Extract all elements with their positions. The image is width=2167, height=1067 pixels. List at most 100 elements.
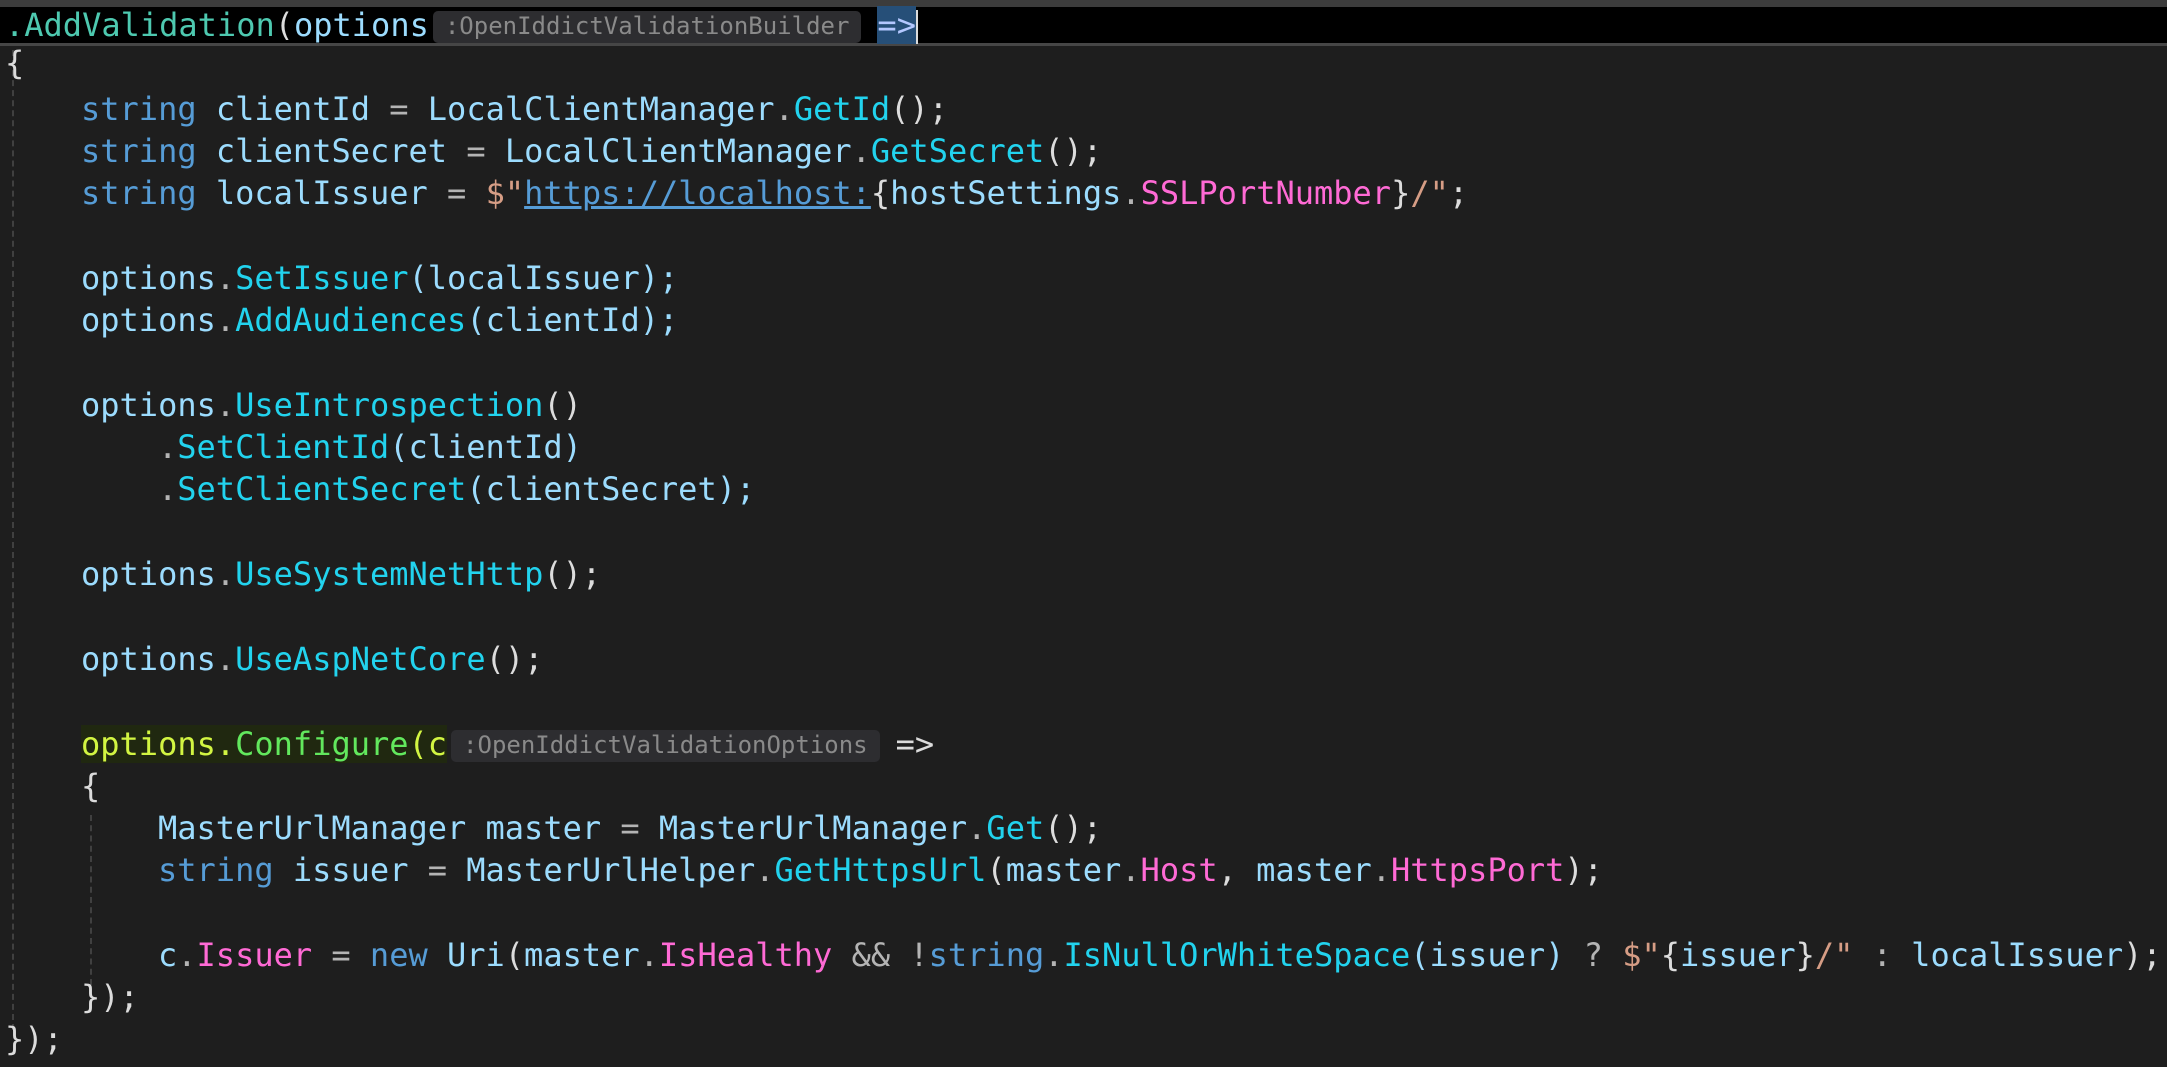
token-dot: . [5,6,25,44]
token-prop-host: Host [1140,851,1218,889]
token-end: (); [1044,809,1103,847]
indent-guide-inner [90,815,92,985]
token-assign: = [312,936,370,974]
token-assign: = [447,132,505,170]
token-var-localissuer: localIssuer [196,174,428,212]
code-line-25[interactable]: }); [5,1019,63,1059]
token-var-issuer: issuer [273,851,409,889]
token-not: ! [909,936,929,974]
token-and: && [832,936,910,974]
token-obj-master: master [1256,851,1372,889]
token-dot: . [1044,936,1064,974]
code-line-12[interactable]: .SetClientSecret(clientSecret); [158,469,755,509]
token-assign: = [408,851,467,889]
token-obj-options: options [81,301,216,339]
token-brace-close: } [1391,174,1411,212]
token-dot: . [215,301,236,339]
code-line-14[interactable]: options.UseSystemNetHttp(); [81,554,601,594]
token-args: () [543,386,582,424]
token-brace-open: { [870,174,891,212]
token-method-setissuer: SetIssuer [235,259,409,297]
token-class-masterurlhelper: MasterUrlHelper [466,851,756,889]
token-var-clientsecret: clientSecret [196,132,448,170]
token-dot: . [215,259,236,297]
token-dot: . [755,851,775,889]
code-line-18[interactable]: options.Configure(c:OpenIddictValidation… [81,724,934,764]
token-obj-hostsettings: hostSettings [890,174,1122,212]
token-dot: . [215,725,236,763]
token-args: (clientId) [389,428,582,466]
token-end: ); [2123,936,2162,974]
token-paren: ( [504,936,525,974]
token-keyword-string: string [81,174,197,212]
code-line-16[interactable]: options.UseAspNetCore(); [81,639,543,679]
code-line-19[interactable]: { [81,766,100,806]
inlay-type-hint[interactable]: :OpenIddictValidationBuilder [432,11,862,43]
token-var-localissuer: localIssuer [1911,936,2124,974]
code-line-5[interactable]: string localIssuer = $"https://localhost… [81,173,1468,213]
code-line-23[interactable]: c.Issuer = new Uri(master.IsHealthy && !… [158,935,2162,975]
token-dot: . [215,555,236,593]
token-obj-c: c [158,936,178,974]
token-dot: . [851,132,871,170]
token-keyword-string: string [928,936,1045,974]
code-line-11[interactable]: .SetClientId(clientId) [158,427,582,467]
token-keyword-string: string [81,132,197,170]
token-end: ); [1564,851,1603,889]
token-close-lambda: }); [81,978,139,1016]
token-prop-httpsport: HttpsPort [1391,851,1565,889]
token-method-setclientid: SetClientId [177,428,390,466]
code-line-20[interactable]: MasterUrlManager master = MasterUrlManag… [158,808,1102,848]
token-dot: . [158,428,178,466]
token-keyword-string: string [158,851,274,889]
code-line-8[interactable]: options.AddAudiences(clientId); [81,300,678,340]
reference-highlight: options.Configure(c [81,725,448,763]
token-semicolon: ; [1448,174,1469,212]
token-interp-start: $" [1622,936,1661,974]
token-interp-issuer: issuer [1679,936,1796,974]
token-string-end: /" [1410,174,1449,212]
token-paren: ( [408,725,428,763]
token-keyword-string: string [81,90,197,128]
code-line-4[interactable]: string clientSecret = LocalClientManager… [81,131,1102,171]
code-line-2[interactable]: { [5,43,24,83]
token-obj-options: options [81,725,216,763]
token-class-masterurlmanager: MasterUrlManager [158,809,467,847]
token-args: (clientId); [466,301,679,339]
code-line-21[interactable]: string issuer = MasterUrlHelper.GetHttps… [158,850,1603,890]
token-dot: . [774,90,794,128]
token-method-getid: GetId [793,90,891,128]
token-var-master: master [466,809,602,847]
code-line-1[interactable]: .AddValidation(options:OpenIddictValidat… [5,5,918,45]
token-dot: . [177,936,197,974]
code-line-3[interactable]: string clientId = LocalClientManager.Get… [81,89,948,129]
token-args: (localIssuer); [408,259,679,297]
code-editor[interactable]: .AddValidation(options:OpenIddictValidat… [0,0,2167,1067]
token-obj-options: options [81,640,216,678]
token-obj-options: options [81,386,216,424]
token-class-masterurlmanager: MasterUrlManager [658,809,968,847]
token-args: (); [543,555,602,593]
code-line-7[interactable]: options.SetIssuer(localIssuer); [81,258,678,298]
token-open-paren: ( [274,6,294,44]
token-dot: . [1371,851,1391,889]
link-localhost-url[interactable]: https://localhost: [524,174,871,212]
token-obj-options: options [81,259,216,297]
token-assign: = [601,809,659,847]
token-method-gethttpsurl: GetHttpsUrl [774,851,987,889]
token-brace-close: } [1795,936,1815,974]
code-line-24[interactable]: }); [81,977,139,1017]
inlay-type-hint[interactable]: :OpenIddictValidationOptions [451,730,880,762]
token-end: (); [1044,132,1103,170]
token-dot: . [1121,174,1141,212]
token-dot: . [1121,851,1141,889]
token-prop-issuer: Issuer [196,936,313,974]
token-param-c: c [427,725,448,763]
text-caret [915,10,918,44]
token-method-usesystemnethttp: UseSystemNetHttp [235,555,544,593]
token-arg-issuer: (issuer) [1410,936,1565,974]
token-method-useintrospection: UseIntrospection [235,386,544,424]
code-line-10[interactable]: options.UseIntrospection() [81,385,582,425]
token-end: (); [890,90,948,128]
token-ternary-colon: : [1853,936,1912,974]
